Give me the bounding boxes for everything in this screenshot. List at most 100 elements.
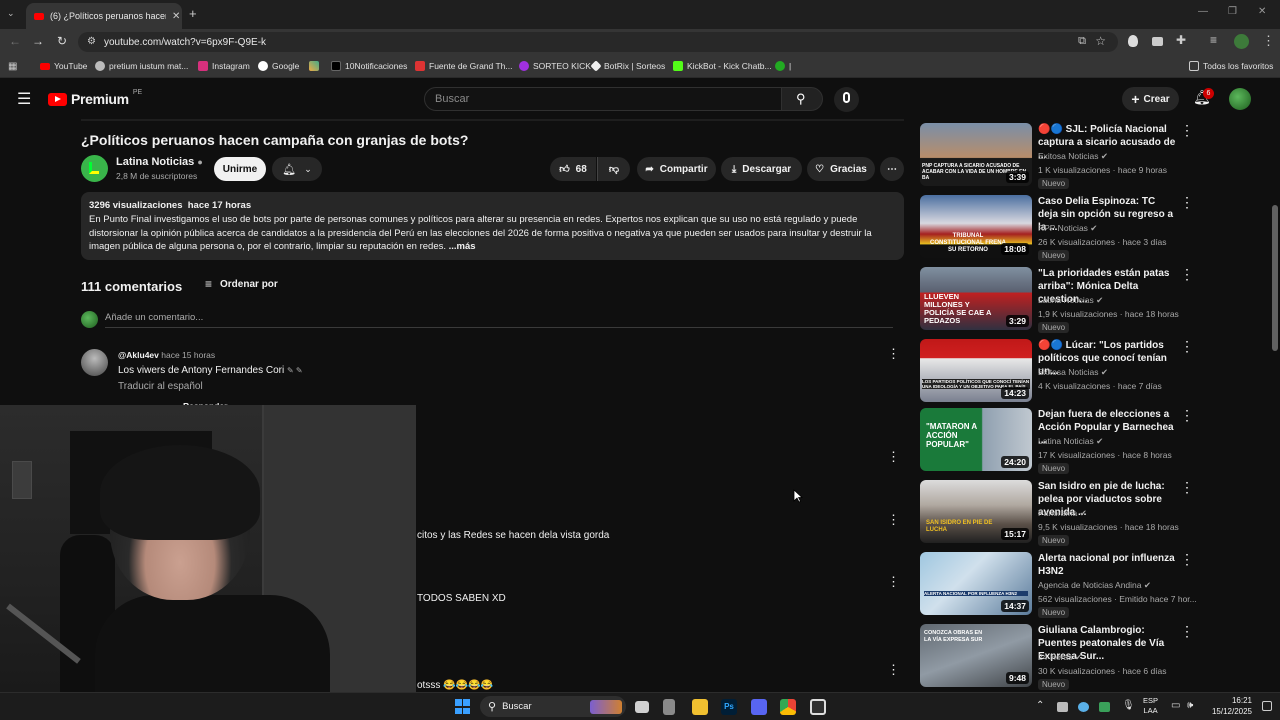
related-video-card[interactable]: ALERTA NACIONAL POR INFLUENZA H3N2 14:37…	[920, 551, 1197, 618]
video-thumbnail[interactable]: LOS PARTIDOS POLÍTICOS QUE CONOCÍ TENÍAN…	[920, 339, 1032, 402]
related-menu-icon[interactable]	[1180, 122, 1194, 139]
tab-close-icon[interactable]: ✕	[172, 11, 180, 22]
related-channel[interactable]: Latina Noticias ✔	[1038, 295, 1103, 306]
related-menu-icon[interactable]	[1180, 407, 1194, 424]
all-favorites[interactable]: Todos los favoritos	[1189, 61, 1273, 71]
tray-mic-icon[interactable]: 🎙︎	[1122, 700, 1135, 711]
dislike-button[interactable]: 👎︎	[597, 157, 630, 181]
video-thumbnail[interactable]: PNP CAPTURA A SICARIO ACUSADO DE ACABAR …	[920, 123, 1032, 186]
browser-menu-icon[interactable]: ⋮	[1262, 33, 1275, 49]
join-button[interactable]: Unirme	[214, 157, 266, 181]
thanks-button[interactable]: ♡ Gracias	[807, 157, 875, 181]
video-thumbnail[interactable]: CONOZCA OBRAS EN LA VÍA EXPRESA SUR 9:48	[920, 624, 1032, 687]
forward-icon[interactable]: →	[32, 34, 44, 48]
related-channel[interactable]: Exitosa Noticias ✔	[1038, 151, 1108, 162]
maximize-icon[interactable]: ❐	[1228, 6, 1237, 17]
bookmark-instagram[interactable]: Instagram	[198, 61, 250, 71]
like-button[interactable]: 👍︎ 68	[550, 157, 596, 181]
bookmark-star-icon[interactable]: ☆	[1095, 34, 1106, 48]
subscribe-bell-button[interactable]: 🔔︎ ⌄	[272, 157, 322, 181]
comment-menu-icon[interactable]: ⋮	[887, 346, 900, 362]
create-button[interactable]: + Crear	[1122, 87, 1179, 111]
network-icon[interactable]: ▭	[1171, 700, 1180, 711]
related-channel[interactable]: Panorama ✔	[1038, 508, 1087, 519]
extension-icon[interactable]	[1128, 35, 1138, 47]
bookmark-multicolor[interactable]	[309, 61, 319, 71]
browser-tab-active[interactable]: (6) ¿Políticos peruanos hacen c... ✕	[26, 3, 182, 29]
windows-start-icon[interactable]	[455, 699, 470, 714]
page-scrollbar[interactable]	[1272, 119, 1278, 692]
task-view-icon[interactable]	[635, 701, 649, 713]
bookmark-pretium[interactable]: pretium iustum mat...	[95, 61, 188, 71]
related-video-card[interactable]: LLUEVEN MILLONES Y POLICÍA SE CAE A PEDA…	[920, 266, 1194, 333]
site-info-icon[interactable]: ⚙	[87, 36, 96, 47]
back-icon[interactable]: ←	[9, 34, 21, 48]
bookmark-green[interactable]: |	[775, 61, 791, 71]
clock[interactable]: 16:21 15/12/2025	[1208, 695, 1252, 717]
related-menu-icon[interactable]	[1180, 194, 1194, 211]
chrome-icon[interactable]	[780, 699, 796, 715]
share-button[interactable]: ➦ Compartir	[637, 157, 716, 181]
extension-2-icon[interactable]	[1152, 37, 1163, 46]
taskbar-search[interactable]: ⚲ Buscar	[480, 696, 626, 717]
tab-search-icon[interactable]: ⌄	[7, 8, 19, 20]
bookmark-youtube[interactable]: YouTube	[40, 61, 87, 71]
volume-icon[interactable]: 🕪︎	[1187, 700, 1193, 711]
related-channel[interactable]: Exitosa Noticias ✔	[1038, 367, 1108, 378]
video-thumbnail[interactable]: LLUEVEN MILLONES Y POLICÍA SE CAE A PEDA…	[920, 267, 1032, 330]
extensions-puzzle-icon[interactable]: ✚	[1176, 33, 1186, 47]
related-menu-icon[interactable]	[1180, 338, 1194, 355]
related-channel[interactable]: Latina Noticias ✔	[1038, 436, 1103, 447]
more-link[interactable]: ...más	[449, 241, 476, 252]
comment-author-avatar[interactable]	[81, 349, 108, 376]
related-menu-icon[interactable]	[1180, 266, 1194, 283]
bookmark-10notificaciones[interactable]: 10Notificaciones	[331, 61, 407, 71]
bookmark-grand-theft[interactable]: Fuente de Grand Th...	[415, 61, 512, 71]
related-menu-icon[interactable]	[1180, 623, 1194, 640]
related-video-card[interactable]: CONOZCA OBRAS EN LA VÍA EXPRESA SUR 9:48…	[920, 623, 1194, 690]
url-field[interactable]: ⚙ youtube.com/watch?v=6px9F-Q9E-k ⧉ ☆	[78, 32, 1118, 52]
related-video-card[interactable]: TRIBUNAL CONSTITUCIONAL FRENA SU RETORNO…	[920, 194, 1194, 261]
account-avatar[interactable]	[1229, 88, 1251, 110]
notification-center-icon[interactable]	[1262, 701, 1272, 711]
video-thumbnail[interactable]: ALERTA NACIONAL POR INFLUENZA H3N2 14:37	[920, 552, 1032, 615]
tray-icon-1[interactable]	[1057, 702, 1068, 712]
related-video-card[interactable]: SAN ISIDRO EN PIE DE LUCHA 15:17 San Isi…	[920, 479, 1194, 546]
download-button[interactable]: ⤓ Descargar	[721, 157, 802, 181]
comment-menu-icon-3[interactable]: ⋮	[887, 512, 900, 528]
translate-link[interactable]: Traducir al español	[118, 381, 203, 392]
bookmark-google[interactable]: Google	[258, 61, 299, 71]
close-window-icon[interactable]: ✕	[1258, 6, 1266, 17]
new-tab-icon[interactable]: +	[189, 6, 197, 21]
channel-avatar[interactable]	[81, 155, 108, 182]
channel-name[interactable]: Latina Noticias ●	[116, 156, 203, 168]
photoshop-icon[interactable]: Ps	[721, 699, 737, 715]
related-channel[interactable]: 24 Horas ✔	[1038, 652, 1082, 663]
install-app-icon[interactable]: ⧉	[1078, 35, 1086, 48]
youtube-logo[interactable]: Premium PE	[48, 89, 142, 107]
search-input[interactable]: Buscar	[424, 87, 782, 111]
reading-list-icon[interactable]: ≡	[1210, 33, 1217, 47]
comment-menu-icon-2[interactable]: ⋮	[887, 449, 900, 465]
apps-grid-icon[interactable]: ▦	[8, 61, 17, 72]
tray-overflow-icon[interactable]: ⌃	[1036, 700, 1044, 711]
more-actions-button[interactable]: ⋯	[880, 157, 904, 181]
scrollbar-thumb[interactable]	[1272, 205, 1278, 351]
comment-author[interactable]: @Aklu4ev	[118, 350, 159, 360]
minimize-icon[interactable]: —	[1198, 6, 1208, 17]
video-thumbnail[interactable]: TRIBUNAL CONSTITUCIONAL FRENA SU RETORNO…	[920, 195, 1032, 258]
related-menu-icon[interactable]	[1180, 551, 1194, 568]
file-explorer-icon[interactable]	[692, 699, 708, 715]
bookmark-kickbot[interactable]: KickBot - Kick Chatb...	[673, 61, 772, 71]
related-channel[interactable]: RPP Noticias ✔	[1038, 223, 1097, 234]
related-menu-icon[interactable]	[1180, 479, 1194, 496]
related-channel[interactable]: Agencia de Noticias Andina ✔	[1038, 580, 1151, 591]
related-title[interactable]: Alerta nacional por influenza H3N2	[1038, 552, 1178, 578]
search-button[interactable]: ⚲	[781, 87, 823, 111]
taskbar-app-icon[interactable]	[663, 699, 675, 715]
comment-menu-icon-5[interactable]: ⋮	[887, 662, 900, 678]
description-box[interactable]: 3296 visualizaciones hace 17 horas En Pu…	[81, 192, 904, 260]
related-video-card[interactable]: "MATARON A ACCIÓN POPULAR" 24:20 Dejan f…	[920, 407, 1194, 474]
comment-menu-icon-4[interactable]: ⋮	[887, 574, 900, 590]
input-language[interactable]: ESP LAA	[1143, 696, 1158, 716]
